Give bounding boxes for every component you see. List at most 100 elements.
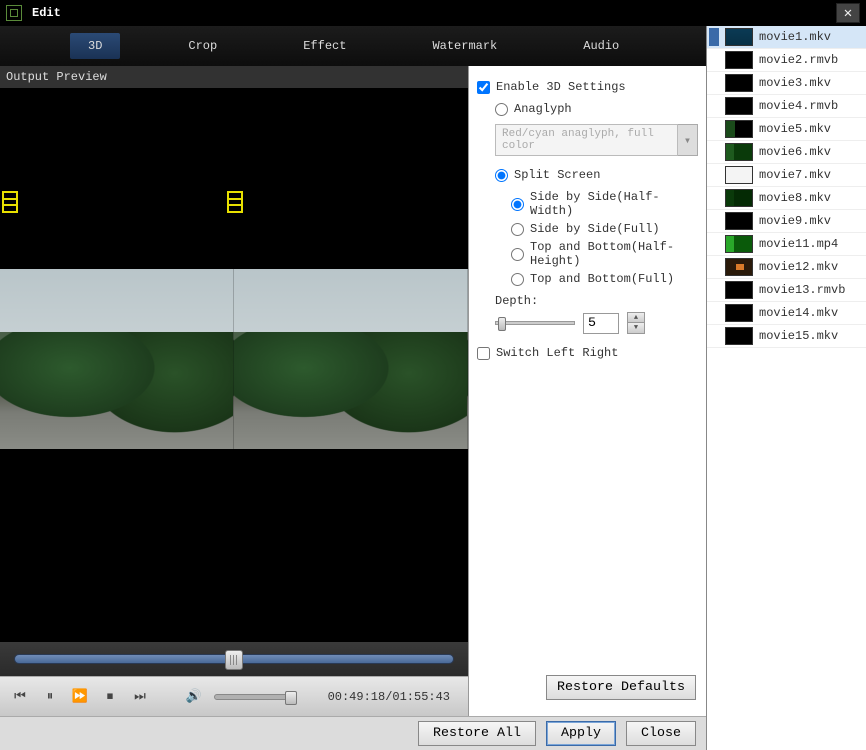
film-sprocket-icon — [2, 191, 18, 213]
tab-bar: 3D Crop Effect Watermark Audio — [0, 26, 706, 66]
file-thumbnail — [725, 28, 753, 46]
file-name-label: movie6.mkv — [759, 145, 831, 159]
file-name-label: movie7.mkv — [759, 168, 831, 182]
depth-label: Depth: — [495, 294, 538, 308]
file-thumbnail — [725, 327, 753, 345]
file-name-label: movie11.mp4 — [759, 237, 838, 251]
file-list: movie1.mkv movie2.rmvbmovie3.mkvmovie4.rm… — [706, 26, 866, 750]
enable-3d-checkbox[interactable] — [477, 81, 490, 94]
stop-button[interactable]: ⏹ — [100, 689, 120, 704]
selection-indicator — [709, 258, 719, 276]
file-list-item[interactable]: movie11.mp4 — [707, 233, 866, 256]
playback-controls: ⏮ ⏸ ⏩ ⏹ ⏭ 🔊 00:49:18/01:55:43 — [0, 676, 468, 716]
file-thumbnail — [725, 304, 753, 322]
selection-indicator — [709, 97, 719, 115]
file-list-item[interactable]: movie5.mkv — [707, 118, 866, 141]
file-name-label: movie12.mkv — [759, 260, 838, 274]
tab-audio[interactable]: Audio — [565, 33, 637, 59]
preview-image — [0, 269, 468, 449]
split-option-radio[interactable] — [511, 273, 524, 286]
file-list-item[interactable]: movie14.mkv — [707, 302, 866, 325]
depth-spin-up[interactable]: ▲ — [628, 313, 644, 323]
split-option-label: Side by Side(Half-Width) — [530, 190, 698, 218]
selection-indicator — [709, 74, 719, 92]
tab-watermark[interactable]: Watermark — [414, 33, 515, 59]
file-name-label: movie14.mkv — [759, 306, 838, 320]
file-thumbnail — [725, 143, 753, 161]
selection-indicator — [709, 235, 719, 253]
file-thumbnail — [725, 258, 753, 276]
switch-lr-label: Switch Left Right — [496, 346, 618, 360]
file-thumbnail — [725, 120, 753, 138]
window-title: Edit — [32, 6, 61, 20]
window-close-button[interactable]: ✕ — [836, 3, 860, 23]
anaglyph-label: Anaglyph — [514, 102, 572, 116]
video-preview — [0, 89, 468, 642]
split-option-radio[interactable] — [511, 223, 524, 236]
file-list-item[interactable]: movie9.mkv — [707, 210, 866, 233]
switch-lr-checkbox[interactable] — [477, 347, 490, 360]
prev-button[interactable]: ⏮ — [10, 689, 30, 704]
restore-all-button[interactable]: Restore All — [418, 721, 536, 746]
close-button[interactable]: Close — [626, 721, 696, 746]
selection-indicator — [709, 212, 719, 230]
file-list-item[interactable]: movie7.mkv — [707, 164, 866, 187]
tab-3d[interactable]: 3D — [70, 33, 120, 59]
file-list-item[interactable]: movie12.mkv — [707, 256, 866, 279]
volume-slider[interactable] — [214, 694, 294, 700]
split-screen-radio[interactable] — [495, 169, 508, 182]
file-thumbnail — [725, 97, 753, 115]
app-icon — [6, 5, 22, 21]
file-list-item[interactable]: movie8.mkv — [707, 187, 866, 210]
file-name-label: movie5.mkv — [759, 122, 831, 136]
file-thumbnail — [725, 51, 753, 69]
selection-indicator — [709, 51, 719, 69]
pause-button[interactable]: ⏸ — [40, 689, 60, 704]
apply-button[interactable]: Apply — [546, 721, 616, 746]
anaglyph-combo-button[interactable]: ▾ — [678, 124, 698, 156]
output-preview-label: Output Preview — [0, 66, 468, 89]
restore-defaults-button[interactable]: Restore Defaults — [546, 675, 696, 700]
next-button[interactable]: ⏭ — [130, 689, 150, 704]
enable-3d-label: Enable 3D Settings — [496, 80, 626, 94]
fast-forward-button[interactable]: ⏩ — [70, 689, 90, 704]
scrub-thumb[interactable] — [225, 650, 243, 670]
anaglyph-radio[interactable] — [495, 103, 508, 116]
tab-effect[interactable]: Effect — [285, 33, 364, 59]
file-name-label: movie15.mkv — [759, 329, 838, 343]
file-name-label: movie9.mkv — [759, 214, 831, 228]
file-thumbnail — [725, 281, 753, 299]
volume-thumb[interactable] — [285, 691, 297, 705]
file-list-item[interactable]: movie1.mkv — [707, 26, 866, 49]
anaglyph-combo[interactable]: Red/cyan anaglyph, full color — [495, 124, 678, 156]
film-sprocket-icon — [227, 191, 243, 213]
scrub-slider[interactable] — [14, 654, 454, 664]
file-thumbnail — [725, 212, 753, 230]
file-list-item[interactable]: movie4.rmvb — [707, 95, 866, 118]
depth-slider[interactable] — [495, 321, 575, 325]
depth-input[interactable] — [583, 313, 619, 334]
tab-crop[interactable]: Crop — [170, 33, 235, 59]
file-list-item[interactable]: movie15.mkv — [707, 325, 866, 348]
volume-icon[interactable]: 🔊 — [184, 689, 204, 704]
scrub-bar — [0, 642, 468, 676]
selection-indicator — [709, 327, 719, 345]
depth-spin-down[interactable]: ▼ — [628, 323, 644, 333]
depth-spinner: ▲ ▼ — [627, 312, 645, 334]
split-screen-label: Split Screen — [514, 168, 600, 182]
file-list-item[interactable]: movie3.mkv — [707, 72, 866, 95]
split-option-radio[interactable] — [511, 248, 524, 261]
close-icon: ✕ — [844, 5, 852, 22]
split-option-label: Top and Bottom(Full) — [530, 272, 674, 286]
selection-indicator — [709, 120, 719, 138]
file-list-item[interactable]: movie13.rmvb — [707, 279, 866, 302]
titlebar: Edit ✕ — [0, 0, 866, 26]
selection-indicator — [709, 189, 719, 207]
file-list-item[interactable]: movie2.rmvb — [707, 49, 866, 72]
split-option-radio[interactable] — [511, 198, 524, 211]
footer-buttons: Restore All Apply Close — [0, 716, 706, 750]
file-name-label: movie1.mkv — [759, 30, 831, 44]
selection-indicator — [709, 281, 719, 299]
file-list-item[interactable]: movie6.mkv — [707, 141, 866, 164]
depth-thumb[interactable] — [498, 317, 506, 331]
